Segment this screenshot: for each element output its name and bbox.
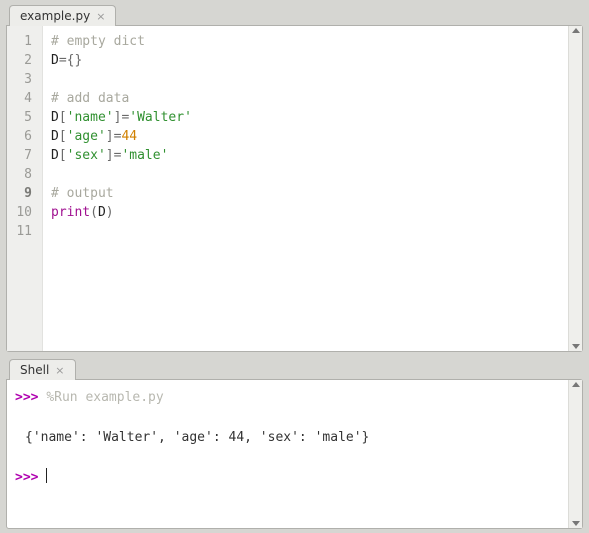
code-token: ( — [90, 205, 98, 220]
line-number: 11 — [7, 222, 42, 241]
scroll-down-icon[interactable] — [572, 521, 580, 526]
code-token: print — [51, 205, 90, 220]
scroll-down-icon[interactable] — [572, 344, 580, 349]
code-comment: # output — [51, 186, 114, 201]
code-token: D — [51, 129, 59, 144]
shell-tab-label: Shell — [20, 363, 49, 377]
shell-box: >>> %Run example.py {'name': 'Walter', '… — [6, 379, 583, 529]
editor-tab-label: example.py — [20, 9, 90, 23]
line-number-gutter: 1 2 3 4 5 6 7 8 9 10 11 — [7, 26, 43, 351]
code-token: ] — [106, 129, 114, 144]
close-icon[interactable]: × — [96, 10, 105, 23]
shell-prompt: >>> — [15, 470, 38, 485]
editor-tab[interactable]: example.py × — [9, 5, 116, 26]
line-number: 8 — [7, 165, 42, 184]
code-token: D — [98, 205, 106, 220]
code-token: ] — [106, 148, 114, 163]
code-token: 44 — [121, 129, 137, 144]
code-token: 'Walter' — [129, 110, 192, 125]
shell-tab[interactable]: Shell × — [9, 359, 76, 380]
line-number: 1 — [7, 32, 42, 51]
line-number: 9 — [7, 184, 42, 203]
scroll-up-icon[interactable] — [572, 382, 580, 387]
code-token: 'name' — [67, 110, 114, 125]
line-number: 4 — [7, 89, 42, 108]
code-comment: # empty dict — [51, 34, 145, 49]
code-area[interactable]: # empty dict D={} # add data D['name']='… — [43, 26, 568, 351]
line-number: 7 — [7, 146, 42, 165]
shell-run-command: %Run example.py — [46, 390, 163, 405]
line-number: 2 — [7, 51, 42, 70]
code-token: [ — [59, 148, 67, 163]
line-number: 5 — [7, 108, 42, 127]
close-icon[interactable]: × — [55, 364, 64, 377]
code-token: = — [59, 53, 67, 68]
shell-prompt: >>> — [15, 390, 38, 405]
line-number: 6 — [7, 127, 42, 146]
cursor-icon — [46, 468, 47, 483]
editor-box: 1 2 3 4 5 6 7 8 9 10 11 # empty dict D={… — [6, 25, 583, 352]
code-token: [ — [59, 129, 67, 144]
code-token: 'male' — [121, 148, 168, 163]
shell-output: {'name': 'Walter', 'age': 44, 'sex': 'ma… — [15, 430, 369, 445]
code-token: D — [51, 110, 59, 125]
code-token: D — [51, 148, 59, 163]
shell-area[interactable]: >>> %Run example.py {'name': 'Walter', '… — [7, 380, 568, 528]
code-token: D — [51, 53, 59, 68]
line-number: 3 — [7, 70, 42, 89]
scroll-up-icon[interactable] — [572, 28, 580, 33]
code-token: ) — [106, 205, 114, 220]
shell-scrollbar[interactable] — [568, 380, 582, 528]
code-token: 'age' — [67, 129, 106, 144]
editor-tab-row: example.py × — [6, 5, 583, 26]
code-token: 'sex' — [67, 148, 106, 163]
line-number: 10 — [7, 203, 42, 222]
code-token: } — [74, 53, 82, 68]
editor-panel: example.py × 1 2 3 4 5 6 7 8 9 10 11 # e… — [0, 0, 589, 356]
code-comment: # add data — [51, 91, 129, 106]
editor-scrollbar[interactable] — [568, 26, 582, 351]
shell-panel: Shell × >>> %Run example.py {'name': 'Wa… — [0, 356, 589, 533]
shell-tab-row: Shell × — [6, 359, 583, 380]
code-token: [ — [59, 110, 67, 125]
